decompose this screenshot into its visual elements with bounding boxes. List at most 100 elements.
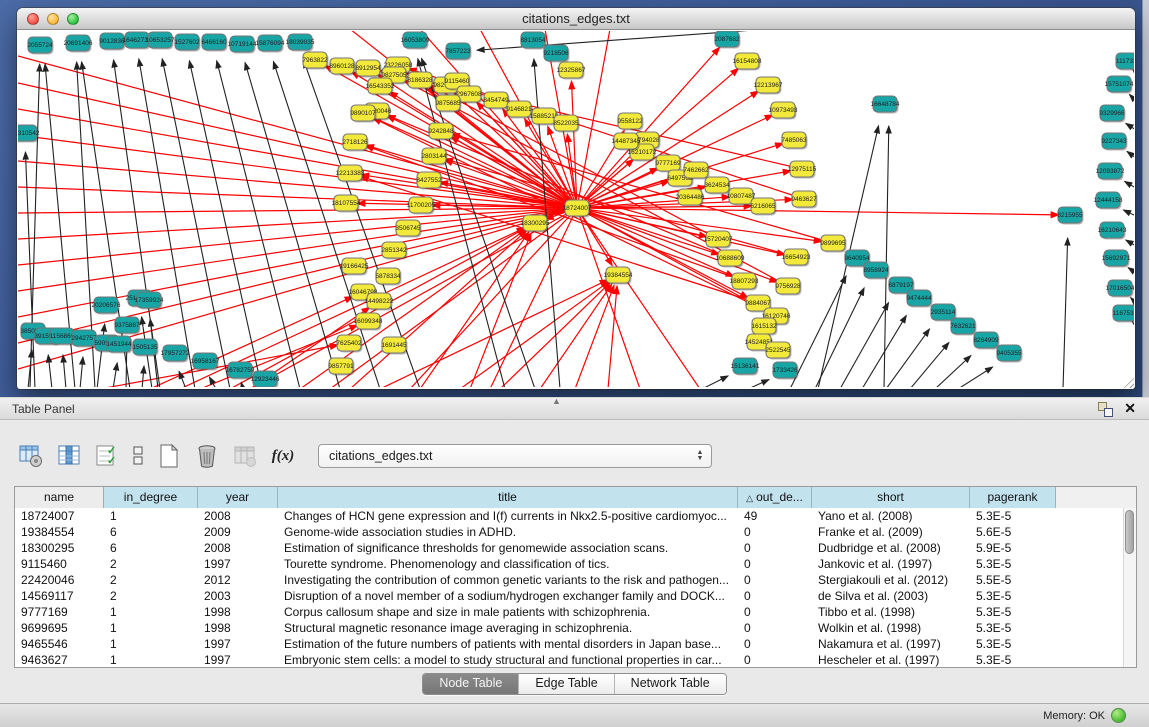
- graph-node[interactable]: 14487345: [612, 133, 641, 151]
- citation-network-graph[interactable]: 2055724206914069012836164627341065325715…: [18, 31, 1134, 387]
- column-header-pagerank[interactable]: pagerank: [970, 487, 1056, 508]
- column-header-name[interactable]: name: [15, 487, 104, 508]
- tab-network-table[interactable]: Network Table: [614, 674, 726, 694]
- table-row[interactable]: 2242004622012Investigating the contribut…: [15, 572, 1123, 588]
- graph-node[interactable]: 16154808: [733, 53, 762, 71]
- column-settings-icon[interactable]: [16, 441, 46, 471]
- table-row[interactable]: 1872400712008Changes of HCN gene express…: [15, 508, 1123, 524]
- table-row[interactable]: 946554611997Estimation of the future num…: [15, 636, 1123, 652]
- citation-edge-red[interactable]: [445, 159, 796, 257]
- graph-node[interactable]: 12975115: [788, 161, 817, 179]
- minimize-window-icon[interactable]: [47, 13, 59, 25]
- graph-node[interactable]: 16654923: [782, 249, 811, 267]
- graph-node[interactable]: 1117333: [1116, 53, 1134, 71]
- graph-node[interactable]: 7632621: [950, 318, 976, 336]
- graph-node[interactable]: 12213967: [754, 77, 783, 95]
- graph-node[interactable]: 1615132: [751, 318, 777, 336]
- graph-node[interactable]: 9405355: [996, 345, 1022, 363]
- float-panel-icon[interactable]: [1098, 402, 1113, 417]
- graph-node[interactable]: 7485063: [781, 132, 807, 150]
- graph-node[interactable]: 10973493: [769, 102, 798, 120]
- citation-edge-black[interactable]: [209, 377, 216, 387]
- table-scrollbar-thumb[interactable]: [1125, 510, 1134, 554]
- citation-edge-red[interactable]: [540, 284, 612, 387]
- graph-node[interactable]: 8912954: [355, 60, 381, 78]
- graph-node[interactable]: 18107554: [332, 195, 361, 213]
- graph-node[interactable]: 8215955: [1057, 207, 1083, 225]
- citation-edge-black[interactable]: [113, 363, 117, 387]
- graph-node[interactable]: 9227343: [1101, 133, 1127, 151]
- graph-node[interactable]: 1733426: [772, 362, 798, 380]
- citation-edge-black[interactable]: [97, 324, 105, 387]
- graph-node[interactable]: 17957272: [161, 345, 190, 363]
- citation-edge-black[interactable]: [139, 59, 195, 387]
- graph-node[interactable]: 15720407: [704, 231, 733, 249]
- graph-node[interactable]: 1691445: [381, 337, 407, 355]
- delete-table-icon[interactable]: [230, 441, 260, 471]
- tab-node-table[interactable]: Node Table: [423, 674, 518, 694]
- citation-edge-red[interactable]: [577, 208, 720, 255]
- graph-node[interactable]: 12213383: [336, 165, 365, 183]
- network-window[interactable]: citations_edges.txt 20557242069140690128…: [17, 8, 1135, 389]
- network-canvas[interactable]: 2055724206914069012836164627341065325715…: [18, 31, 1134, 387]
- table-selector-dropdown[interactable]: citations_edges.txt ▲▼: [318, 444, 712, 468]
- graph-node[interactable]: 18807293: [730, 273, 759, 291]
- graph-node[interactable]: 17359924: [135, 292, 164, 310]
- citation-edge-red[interactable]: [410, 208, 577, 387]
- table-row[interactable]: 1830029562008Estimation of significance …: [15, 540, 1123, 556]
- graph-node[interactable]: 1451944: [106, 336, 132, 354]
- graph-node[interactable]: 20310542: [18, 125, 40, 143]
- graph-node[interactable]: 3624534: [704, 177, 730, 195]
- citation-edge-black[interactable]: [1125, 181, 1134, 188]
- citation-edge-red[interactable]: [575, 285, 614, 387]
- graph-node[interactable]: 18300295: [521, 215, 550, 233]
- citation-edge-black[interactable]: [935, 355, 971, 387]
- citation-edge-black[interactable]: [958, 367, 993, 387]
- graph-node[interactable]: 9463627: [791, 191, 817, 209]
- select-column-icon[interactable]: [54, 441, 84, 471]
- citation-edge-black[interactable]: [1127, 151, 1134, 158]
- graph-node[interactable]: 2718126: [342, 134, 368, 152]
- graph-node[interactable]: 1505135: [132, 339, 158, 357]
- citation-edge-red[interactable]: [420, 232, 529, 387]
- graph-node[interactable]: 2055724: [27, 37, 53, 55]
- graph-node[interactable]: 16099348: [354, 313, 383, 331]
- citation-edge-black[interactable]: [1063, 238, 1068, 387]
- graph-node[interactable]: 9242848: [428, 123, 454, 141]
- citation-edge-red[interactable]: [18, 56, 577, 208]
- citation-edge-red[interactable]: [18, 208, 577, 291]
- citation-edge-black[interactable]: [1131, 298, 1134, 303]
- citation-edge-black[interactable]: [910, 342, 949, 387]
- function-builder-icon[interactable]: f(x): [268, 441, 298, 471]
- graph-node[interactable]: 9558122: [617, 113, 643, 131]
- graph-node[interactable]: 10688609: [716, 250, 745, 268]
- graph-node[interactable]: 9857791: [328, 358, 354, 376]
- citation-edge-black[interactable]: [1126, 123, 1134, 130]
- graph-node[interactable]: 8813054: [520, 32, 546, 50]
- citation-edge-black[interactable]: [748, 380, 769, 387]
- graph-node[interactable]: 16210643: [1098, 222, 1127, 240]
- graph-node[interactable]: 12325867: [557, 62, 586, 80]
- table-row[interactable]: 1938455462009Genome-wide association stu…: [15, 524, 1123, 540]
- graph-node[interactable]: 16543352: [366, 78, 395, 96]
- graph-node[interactable]: 11700205: [407, 197, 436, 215]
- column-header-year[interactable]: year: [198, 487, 278, 508]
- graph-node[interactable]: 5878334: [375, 268, 401, 286]
- graph-node[interactable]: 19166425: [340, 258, 369, 276]
- graph-node[interactable]: 7857223: [445, 43, 471, 61]
- graph-node[interactable]: 16053809: [401, 32, 430, 50]
- citation-edge-red[interactable]: [470, 233, 531, 387]
- table-scrollbar[interactable]: [1123, 508, 1136, 667]
- graph-node[interactable]: 16958167: [191, 353, 220, 371]
- graph-node[interactable]: 15692971: [1102, 250, 1131, 268]
- citation-edge-black[interactable]: [245, 63, 340, 387]
- new-column-icon[interactable]: [154, 441, 184, 471]
- graph-node[interactable]: 9375887: [114, 317, 140, 335]
- table-row[interactable]: 911546021997Tourette syndrome. Phenomeno…: [15, 556, 1123, 572]
- citation-edge-black[interactable]: [80, 357, 83, 387]
- graph-node[interactable]: 9875685: [435, 95, 461, 113]
- table-row[interactable]: 969969511998Structural magnetic resonanc…: [15, 620, 1123, 636]
- graph-node[interactable]: 1167533: [1113, 305, 1134, 323]
- citation-edge-black[interactable]: [189, 61, 262, 387]
- graph-node[interactable]: 9329966: [1099, 105, 1125, 123]
